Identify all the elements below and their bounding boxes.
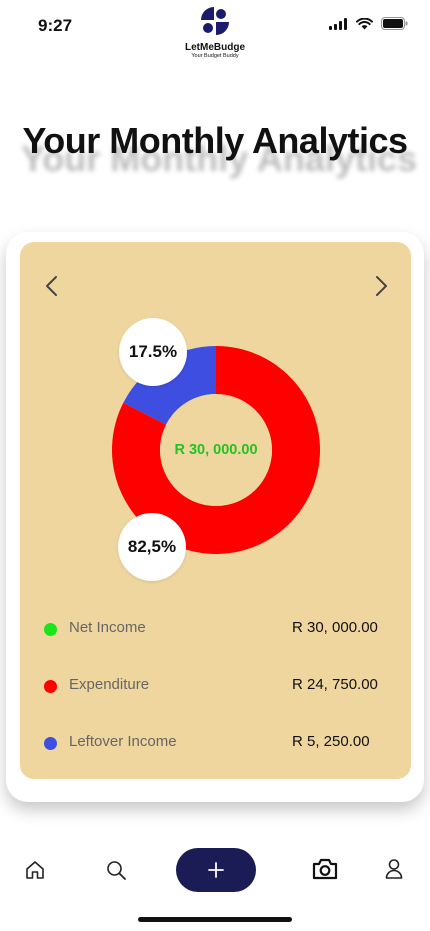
legend-value: R 24, 750.00 <box>292 676 378 693</box>
bottom-nav <box>0 842 430 902</box>
net-income-dot <box>44 623 57 636</box>
plus-icon <box>208 862 224 878</box>
page-title: Your Monthly Analytics <box>22 120 408 161</box>
legend-row-expenditure: Expenditure R 24, 750.00 <box>20 674 411 698</box>
legend-label: Leftover Income <box>69 733 177 750</box>
app-logo: LetMeBudge Your Budget Buddy <box>185 6 245 59</box>
wifi-icon <box>356 17 373 29</box>
home-icon[interactable] <box>24 859 46 881</box>
battery-icon <box>381 17 408 30</box>
legend-value: R 5, 250.00 <box>292 733 370 750</box>
expenditure-dot <box>44 680 57 693</box>
legend-label: Expenditure <box>69 676 150 693</box>
status-time: 9:27 <box>38 16 73 35</box>
app-tagline: Your Budget Buddy <box>191 53 239 59</box>
leftover-percent-badge: 17.5% <box>119 318 187 386</box>
legend-row-net-income: Net Income R 30, 000.00 <box>20 617 411 641</box>
user-icon[interactable] <box>384 858 404 880</box>
leftover-income-dot <box>44 737 57 750</box>
analytics-card: R 30, 000.00 17.5% 82,5% Net Income R 30… <box>20 242 411 779</box>
app-name: LetMeBudge <box>185 42 245 53</box>
chevron-left-icon[interactable] <box>42 274 62 298</box>
expenditure-percent-badge: 82,5% <box>118 513 186 581</box>
legend-label: Net Income <box>69 619 146 636</box>
search-icon[interactable] <box>105 859 127 881</box>
add-button[interactable] <box>176 848 256 892</box>
home-indicator <box>138 917 292 922</box>
legend-value: R 30, 000.00 <box>292 619 378 636</box>
logo-icon <box>201 7 229 35</box>
signal-icon <box>329 17 347 30</box>
page-title-area: Your Monthly Analytics Your Monthly Anal… <box>0 120 430 200</box>
status-bar: 9:27 LetMeBudge Your Budget Buddy <box>0 0 430 59</box>
chevron-right-icon[interactable] <box>371 274 391 298</box>
legend-row-leftover-income: Leftover Income R 5, 250.00 <box>20 731 411 755</box>
camera-icon[interactable] <box>312 857 338 881</box>
status-icons <box>329 17 408 30</box>
